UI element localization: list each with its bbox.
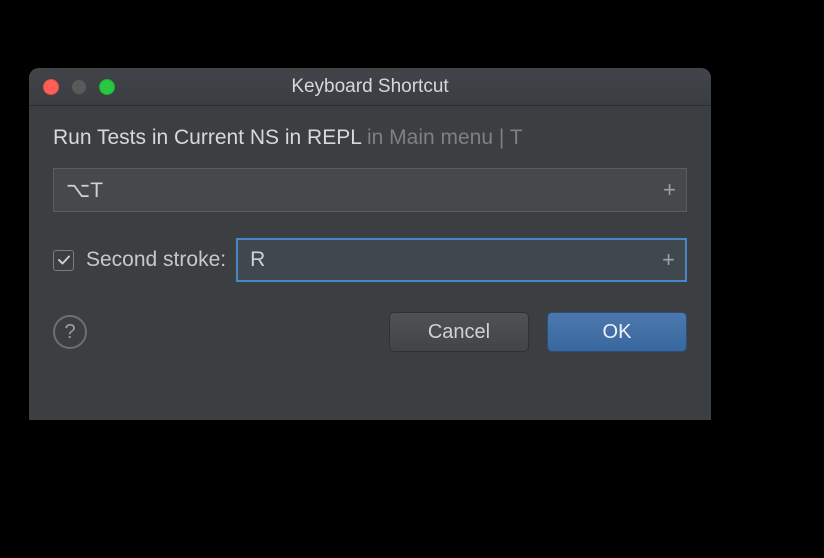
dialog-footer: ? Cancel OK <box>53 312 687 352</box>
window-controls <box>29 79 115 95</box>
ok-button[interactable]: OK <box>547 312 687 352</box>
second-stroke-row: Second stroke: R + <box>53 238 687 282</box>
second-stroke-checkbox[interactable] <box>53 250 74 271</box>
action-name: Run Tests in Current NS in REPL <box>53 126 361 149</box>
second-stroke-input[interactable]: R + <box>236 238 687 282</box>
first-stroke-input[interactable]: ⌥T + <box>53 168 687 212</box>
check-icon <box>57 253 71 267</box>
titlebar: Keyboard Shortcut <box>29 68 711 106</box>
help-button[interactable]: ? <box>53 315 87 349</box>
plus-icon[interactable]: + <box>663 177 676 203</box>
action-context: in Main menu | T <box>361 126 522 149</box>
dialog-keyboard-shortcut: Keyboard Shortcut Run Tests in Current N… <box>29 68 711 420</box>
window-title: Keyboard Shortcut <box>29 76 711 98</box>
first-stroke-value: ⌥T <box>66 178 103 203</box>
second-stroke-value: R <box>250 248 265 272</box>
second-stroke-label: Second stroke: <box>86 248 226 272</box>
dialog-body: Run Tests in Current NS in REPL in Main … <box>29 106 711 374</box>
close-icon[interactable] <box>43 79 59 95</box>
zoom-icon[interactable] <box>99 79 115 95</box>
plus-icon[interactable]: + <box>662 247 675 273</box>
minimize-icon <box>71 79 87 95</box>
action-description: Run Tests in Current NS in REPL in Main … <box>53 126 687 150</box>
cancel-button[interactable]: Cancel <box>389 312 529 352</box>
